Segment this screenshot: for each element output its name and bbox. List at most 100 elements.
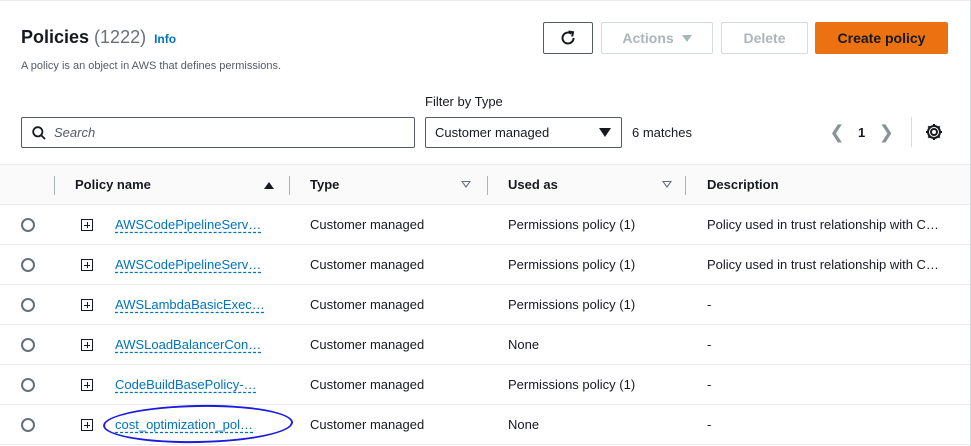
create-policy-label: Create policy [837, 30, 926, 46]
used-as-cell: Permissions policy (1) [488, 365, 686, 405]
used-as-value: Permissions policy (1) [508, 377, 636, 392]
refresh-icon [561, 30, 575, 45]
type-value: Customer managed [310, 217, 425, 232]
table-row[interactable]: AWSCodePipelineServ… Customer managed Perm… [0, 205, 970, 245]
info-link[interactable]: Info [154, 32, 176, 46]
row-select-cell [0, 285, 55, 325]
header-description: Description [686, 165, 970, 205]
table-row[interactable]: CodeBuildBasePolicy-… Customer managed Per… [0, 365, 970, 405]
create-policy-button[interactable]: Create policy [815, 22, 948, 54]
expand-plus-icon[interactable] [81, 219, 93, 231]
table-row[interactable]: AWSCodePipelineServ… Customer managed Perm… [0, 245, 970, 285]
header-type-label: Type [310, 177, 340, 192]
page-header: Policies (1222) Info [21, 27, 176, 48]
table-row[interactable]: AWSLambdaBasicExec… Customer managed Permi… [0, 285, 970, 325]
expand-plus-icon[interactable] [81, 339, 93, 351]
policy-name-cell: AWSCodePipelineServ… [55, 245, 290, 285]
policy-name-link[interactable]: AWSLoadBalancerCon… [115, 337, 261, 352]
used-as-cell: Permissions policy (1) [488, 285, 686, 325]
header-used-as[interactable]: Used as [488, 165, 686, 205]
used-as-value: None [508, 417, 540, 432]
filter-by-type-label: Filter by Type [425, 94, 503, 109]
header-policy-name-label: Policy name [75, 177, 151, 192]
actions-button[interactable]: Actions [601, 22, 713, 54]
row-select-cell [0, 245, 55, 285]
search-box[interactable] [21, 117, 415, 148]
used-as-cell: None [488, 325, 686, 365]
caret-down-icon [681, 34, 692, 42]
type-value: Customer managed [310, 257, 425, 272]
policy-name-link[interactable]: AWSLambdaBasicExec… [115, 297, 265, 312]
description-value: Policy used in trust relationship with C… [707, 257, 939, 272]
search-icon [32, 125, 46, 140]
header-description-label: Description [707, 177, 779, 192]
table-header-row: Policy name Type Used as Description [0, 164, 970, 205]
page-title: Policies [21, 27, 90, 47]
used-as-cell: Permissions policy (1) [488, 245, 686, 285]
table-row[interactable]: cost_optimization_pol… Customer managed No… [0, 405, 970, 445]
expand-plus-icon[interactable] [81, 419, 93, 431]
row-radio-button[interactable] [21, 418, 35, 432]
description-cell: Policy used in trust relationship with C… [686, 245, 970, 285]
sort-ascending-icon[interactable] [264, 182, 274, 189]
type-cell: Customer managed [290, 285, 488, 325]
description-value: Policy used in trust relationship with C… [707, 217, 939, 232]
policy-name-link[interactable]: cost_optimization_pol… [115, 417, 253, 432]
policy-count: (1222) [94, 27, 147, 47]
current-page-number[interactable]: 1 [858, 125, 865, 140]
type-filter-select[interactable]: Customer managed [425, 117, 622, 148]
description-cell: - [686, 325, 970, 365]
actions-label: Actions [622, 30, 674, 46]
refresh-button[interactable] [543, 22, 593, 54]
expand-plus-icon[interactable] [81, 299, 93, 311]
policy-name-link[interactable]: AWSCodePipelineServ… [115, 257, 261, 272]
description-cell: - [686, 285, 970, 325]
previous-page-icon[interactable]: ❮ [829, 122, 844, 142]
policy-name-link[interactable]: AWSCodePipelineServ… [115, 217, 261, 232]
header-select [0, 165, 55, 205]
policies-panel: Policies (1222) Info A policy is an obje… [0, 0, 971, 446]
sort-icon[interactable] [461, 181, 471, 188]
header-used-as-label: Used as [508, 177, 558, 192]
policy-name-cell: AWSLoadBalancerCon… [55, 325, 290, 365]
row-radio-button[interactable] [21, 298, 35, 312]
policy-name-cell: cost_optimization_pol… [55, 405, 290, 445]
delete-label: Delete [743, 30, 786, 46]
type-cell: Customer managed [290, 365, 488, 405]
expand-plus-icon[interactable] [81, 379, 93, 391]
row-select-cell [0, 405, 55, 445]
delete-button[interactable]: Delete [721, 22, 808, 54]
used-as-cell: Permissions policy (1) [488, 205, 686, 245]
type-cell: Customer managed [290, 325, 488, 365]
description-cell: - [686, 405, 970, 445]
row-radio-button[interactable] [21, 218, 35, 232]
description-cell: - [686, 365, 970, 405]
table-row[interactable]: AWSLoadBalancerCon… Customer managed None - [0, 325, 970, 365]
expand-plus-icon[interactable] [81, 259, 93, 271]
row-radio-button[interactable] [21, 258, 35, 272]
used-as-value: None [508, 337, 540, 352]
matches-count: 6 matches [632, 125, 692, 140]
type-cell: Customer managed [290, 245, 488, 285]
used-as-value: Permissions policy (1) [508, 297, 636, 312]
page-description: A policy is an object in AWS that define… [21, 60, 282, 72]
policy-name-link[interactable]: CodeBuildBasePolicy-… [115, 377, 257, 392]
description-value: - [707, 297, 712, 312]
search-input[interactable] [54, 125, 384, 140]
sort-icon[interactable] [662, 181, 672, 188]
policy-name-cell: CodeBuildBasePolicy-… [55, 365, 290, 405]
row-select-cell [0, 365, 55, 405]
gear-icon[interactable] [924, 122, 944, 142]
pagination-divider [911, 117, 912, 147]
description-cell: Policy used in trust relationship with C… [686, 205, 970, 245]
next-page-icon[interactable]: ❯ [879, 122, 894, 142]
row-radio-button[interactable] [21, 338, 35, 352]
header-policy-name[interactable]: Policy name [55, 165, 290, 205]
used-as-value: Permissions policy (1) [508, 217, 636, 232]
policy-name-cell: AWSLambdaBasicExec… [55, 285, 290, 325]
row-radio-button[interactable] [21, 378, 35, 392]
policies-table: Policy name Type Used as Description AWS… [0, 164, 970, 445]
pagination: ❮ 1 ❯ [829, 122, 894, 142]
header-type[interactable]: Type [290, 165, 488, 205]
description-value: - [707, 337, 712, 352]
